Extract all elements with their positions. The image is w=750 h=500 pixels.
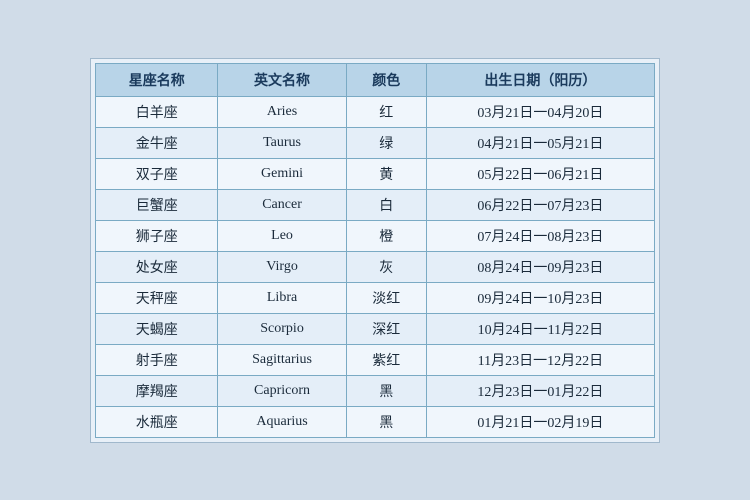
cell-4-1: Leo <box>218 220 346 251</box>
cell-8-1: Sagittarius <box>218 344 346 375</box>
cell-3-3: 06月22日一07月23日 <box>426 189 654 220</box>
cell-8-2: 紫红 <box>346 344 426 375</box>
cell-6-1: Libra <box>218 282 346 313</box>
cell-0-2: 红 <box>346 96 426 127</box>
cell-2-3: 05月22日一06月21日 <box>426 158 654 189</box>
cell-1-3: 04月21日一05月21日 <box>426 127 654 158</box>
cell-7-1: Scorpio <box>218 313 346 344</box>
table-row: 天蝎座Scorpio深红10月24日一11月22日 <box>96 313 655 344</box>
cell-7-0: 天蝎座 <box>96 313 218 344</box>
cell-8-3: 11月23日一12月22日 <box>426 344 654 375</box>
cell-5-1: Virgo <box>218 251 346 282</box>
cell-2-2: 黄 <box>346 158 426 189</box>
zodiac-table-container: 星座名称 英文名称 颜色 出生日期（阳历） 白羊座Aries红03月21日一04… <box>90 58 660 443</box>
col-header-english: 英文名称 <box>218 63 346 96</box>
table-row: 狮子座Leo橙07月24日一08月23日 <box>96 220 655 251</box>
cell-0-1: Aries <box>218 96 346 127</box>
zodiac-table: 星座名称 英文名称 颜色 出生日期（阳历） 白羊座Aries红03月21日一04… <box>95 63 655 438</box>
cell-7-2: 深红 <box>346 313 426 344</box>
cell-10-3: 01月21日一02月19日 <box>426 406 654 437</box>
cell-5-2: 灰 <box>346 251 426 282</box>
cell-10-1: Aquarius <box>218 406 346 437</box>
table-row: 双子座Gemini黄05月22日一06月21日 <box>96 158 655 189</box>
table-row: 摩羯座Capricorn黑12月23日一01月22日 <box>96 375 655 406</box>
cell-9-1: Capricorn <box>218 375 346 406</box>
cell-9-0: 摩羯座 <box>96 375 218 406</box>
cell-9-3: 12月23日一01月22日 <box>426 375 654 406</box>
cell-9-2: 黑 <box>346 375 426 406</box>
cell-1-0: 金牛座 <box>96 127 218 158</box>
table-row: 金牛座Taurus绿04月21日一05月21日 <box>96 127 655 158</box>
cell-3-1: Cancer <box>218 189 346 220</box>
table-row: 射手座Sagittarius紫红11月23日一12月22日 <box>96 344 655 375</box>
cell-4-3: 07月24日一08月23日 <box>426 220 654 251</box>
table-row: 处女座Virgo灰08月24日一09月23日 <box>96 251 655 282</box>
cell-7-3: 10月24日一11月22日 <box>426 313 654 344</box>
cell-1-1: Taurus <box>218 127 346 158</box>
cell-4-2: 橙 <box>346 220 426 251</box>
cell-3-2: 白 <box>346 189 426 220</box>
table-row: 水瓶座Aquarius黑01月21日一02月19日 <box>96 406 655 437</box>
cell-2-0: 双子座 <box>96 158 218 189</box>
cell-10-2: 黑 <box>346 406 426 437</box>
cell-6-3: 09月24日一10月23日 <box>426 282 654 313</box>
col-header-chinese: 星座名称 <box>96 63 218 96</box>
table-row: 白羊座Aries红03月21日一04月20日 <box>96 96 655 127</box>
cell-0-0: 白羊座 <box>96 96 218 127</box>
cell-1-2: 绿 <box>346 127 426 158</box>
cell-0-3: 03月21日一04月20日 <box>426 96 654 127</box>
cell-5-3: 08月24日一09月23日 <box>426 251 654 282</box>
cell-2-1: Gemini <box>218 158 346 189</box>
col-header-dates: 出生日期（阳历） <box>426 63 654 96</box>
cell-8-0: 射手座 <box>96 344 218 375</box>
cell-10-0: 水瓶座 <box>96 406 218 437</box>
cell-6-0: 天秤座 <box>96 282 218 313</box>
cell-3-0: 巨蟹座 <box>96 189 218 220</box>
table-row: 天秤座Libra淡红09月24日一10月23日 <box>96 282 655 313</box>
table-header-row: 星座名称 英文名称 颜色 出生日期（阳历） <box>96 63 655 96</box>
cell-5-0: 处女座 <box>96 251 218 282</box>
cell-6-2: 淡红 <box>346 282 426 313</box>
table-row: 巨蟹座Cancer白06月22日一07月23日 <box>96 189 655 220</box>
cell-4-0: 狮子座 <box>96 220 218 251</box>
col-header-color: 颜色 <box>346 63 426 96</box>
